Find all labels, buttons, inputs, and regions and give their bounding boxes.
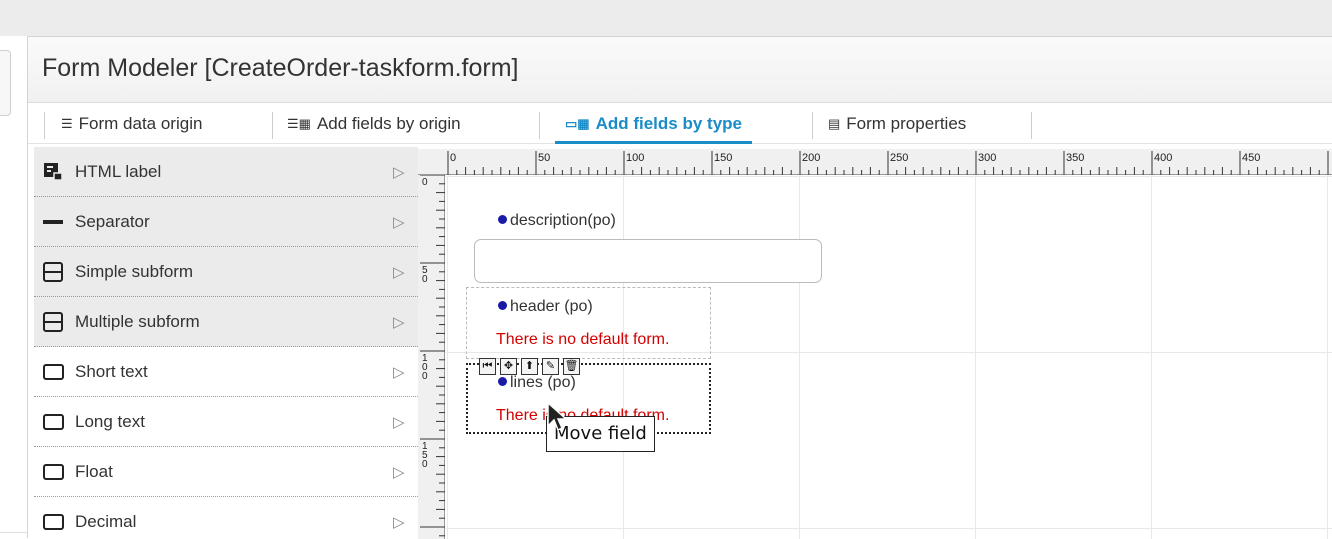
tab-label: Add fields by type (595, 114, 742, 133)
tab-form-properties[interactable]: ▤ Form properties (828, 112, 966, 136)
field-type-palette: HTML label ▷ Separator ▷ Simple subform … (34, 147, 418, 539)
ruler-label: 50 (538, 152, 550, 164)
textbox-icon (43, 462, 65, 482)
textbox-icon (43, 362, 65, 382)
ruler-label: 300 (978, 152, 996, 164)
field-label-description: description(po) (498, 212, 616, 230)
bullet-icon (498, 377, 507, 386)
ruler-label: 0 (422, 274, 428, 285)
textbox-icon (43, 412, 65, 432)
tab-bar: ☰ Form data origin ☰▦ Add fields by origin… (28, 104, 1332, 144)
ruler-label: 250 (890, 152, 908, 164)
ruler-label: 350 (1066, 152, 1084, 164)
flag-icon: ▷ (393, 314, 405, 331)
move-first-icon[interactable]: ⏮ (479, 358, 496, 375)
tab-label: Form properties (846, 114, 967, 133)
palette-item-label: Long text (75, 412, 145, 431)
add-fields-type-icon: ▭▦ (565, 116, 590, 131)
palette-item-label: Separator (75, 212, 150, 231)
palette-item-label: Decimal (75, 512, 137, 531)
palette-item-label: Short text (75, 362, 148, 381)
palette-item-multiple-subform[interactable]: Multiple subform ▷ (34, 297, 418, 347)
ruler-ticks: 050100150 (420, 175, 445, 537)
ruler-label: 0 (422, 177, 428, 188)
left-gutter (0, 36, 120, 538)
move-up-icon[interactable]: ⬆ (521, 358, 538, 375)
horizontal-ruler: 0 50 100 150 200 250 300 350 400 450 (418, 149, 1332, 175)
top-bar (0, 0, 1332, 36)
subform-icon (43, 262, 65, 282)
palette-item-html-label[interactable]: HTML label ▷ (34, 147, 418, 197)
form-properties-icon: ▤ (828, 116, 841, 131)
flag-icon: ▷ (393, 414, 405, 431)
add-fields-origin-icon: ☰▦ (287, 116, 311, 131)
move-icon[interactable]: ✥ (500, 358, 517, 375)
ruler-label: 400 (1154, 152, 1172, 164)
divider (539, 112, 540, 139)
collapse-handle[interactable] (0, 50, 11, 116)
palette-item-label: Float (75, 462, 113, 481)
flag-icon: ▷ (393, 514, 405, 531)
ruler-label: 0 (422, 371, 428, 382)
delete-icon[interactable]: 🗑 (563, 358, 580, 375)
bullet-icon (498, 215, 507, 224)
tab-label: Form data origin (78, 114, 203, 133)
tab-add-fields-by-origin[interactable]: ☰▦ Add fields by origin (287, 112, 461, 136)
flag-icon: ▷ (393, 464, 405, 481)
palette-item-short-text[interactable]: Short text ▷ (34, 347, 418, 397)
divider (812, 112, 813, 139)
description-input[interactable] (474, 239, 822, 283)
flag-icon: ▷ (393, 264, 405, 281)
flag-icon: ▷ (393, 364, 405, 381)
page-title: Form Modeler [CreateOrder-taskform.form] (42, 54, 519, 82)
tab-form-data-origin[interactable]: ☰ Form data origin (61, 112, 202, 136)
palette-item-label: Multiple subform (75, 312, 200, 331)
palette-item-long-text[interactable]: Long text ▷ (34, 397, 418, 447)
palette-item-label: HTML label (75, 162, 162, 181)
bullet-icon (498, 301, 507, 310)
ruler-label: 0 (422, 459, 428, 470)
title-bar: Form Modeler [CreateOrder-taskform.form] (28, 37, 1332, 103)
divider (44, 112, 45, 139)
ruler-label: 200 (802, 152, 820, 164)
ruler-label: 450 (1242, 152, 1260, 164)
subform-icon (43, 312, 65, 332)
flag-icon: ▷ (393, 164, 405, 181)
tab-add-fields-by-type[interactable]: ▭▦ Add fields by type (555, 112, 752, 144)
vertical-ruler: 050100150 (418, 175, 445, 539)
ruler-label: 150 (714, 152, 732, 164)
palette-item-simple-subform[interactable]: Simple subform ▷ (34, 247, 418, 297)
palette-item-decimal[interactable]: Decimal ▷ (34, 497, 418, 539)
error-message: There is no default form. (496, 331, 670, 348)
separator-icon (43, 212, 65, 232)
divider (1031, 112, 1032, 139)
form-canvas[interactable]: description(po) header (po) There is no … (446, 176, 1332, 539)
textbox-icon (43, 512, 65, 532)
field-label-lines: lines (po) (498, 374, 576, 392)
tab-label: Add fields by origin (316, 114, 461, 133)
ruler-label: 100 (626, 152, 644, 164)
edit-icon[interactable]: ✎ (542, 358, 559, 375)
field-label-header: header (po) (498, 298, 593, 316)
palette-item-separator[interactable]: Separator ▷ (34, 197, 418, 247)
mouse-cursor-icon (547, 402, 568, 432)
html-label-icon (43, 162, 65, 182)
form-modeler-panel: Form Modeler [CreateOrder-taskform.form]… (27, 36, 1332, 539)
palette-item-label: Simple subform (75, 262, 194, 281)
ruler-label: 0 (450, 152, 456, 164)
database-icon: ☰ (61, 116, 73, 131)
ruler-ticks: 0 50 100 150 200 250 300 350 400 450 (447, 151, 1329, 175)
palette-item-float[interactable]: Float ▷ (34, 447, 418, 497)
flag-icon: ▷ (393, 214, 405, 231)
divider (272, 112, 273, 139)
